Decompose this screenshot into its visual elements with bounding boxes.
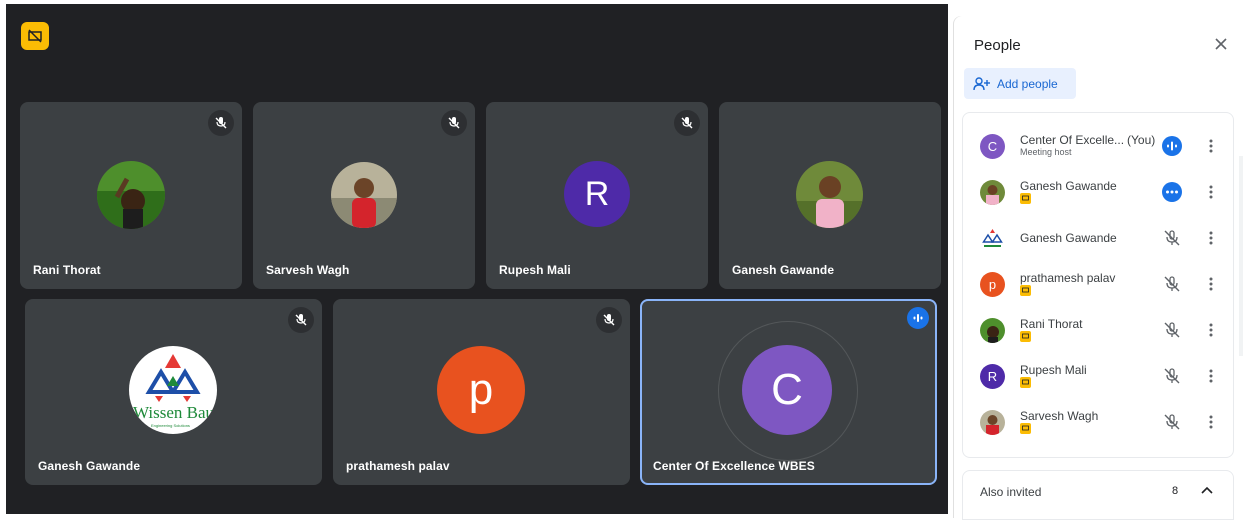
participant-row[interactable]: p prathamesh palav	[963, 261, 1233, 307]
more-options-icon[interactable]	[1203, 227, 1219, 249]
participant-name: Rupesh Mali	[1020, 363, 1087, 377]
participant-photo	[796, 161, 863, 228]
people-panel: People Add people C Center Of Excelle...…	[954, 16, 1243, 520]
mic-off-icon	[596, 307, 622, 333]
mic-off-icon	[1164, 276, 1180, 292]
mic-off-icon	[1164, 322, 1180, 338]
participant-name: Center Of Excellence WBES	[653, 459, 815, 473]
participant-avatar: C	[742, 345, 832, 435]
participant-name: Rupesh Mali	[499, 263, 571, 277]
add-people-label: Add people	[997, 76, 1058, 91]
participant-avatar: p	[980, 272, 1005, 297]
participant-photo	[331, 162, 397, 228]
participant-name: Rani Thorat	[1020, 317, 1083, 331]
participant-tile[interactable]: R Rupesh Mali	[486, 102, 708, 289]
presenting-icon	[1020, 285, 1031, 296]
participant-row[interactable]: Ganesh Gawande	[963, 169, 1233, 215]
you-label: (You)	[1127, 133, 1156, 147]
presenting-icon	[1020, 377, 1031, 388]
mic-off-icon	[1164, 368, 1180, 384]
more-options-icon[interactable]	[1203, 181, 1219, 203]
participant-tile[interactable]: p prathamesh palav	[333, 299, 630, 485]
more-options-icon[interactable]	[1203, 273, 1219, 295]
participant-name: prathamesh palav	[346, 459, 450, 473]
role-label: Meeting host	[1020, 147, 1072, 157]
speaking-indicator-icon	[1162, 136, 1182, 156]
more-options-icon[interactable]	[1203, 411, 1219, 433]
participant-row[interactable]: R Rupesh Mali	[963, 353, 1233, 399]
presenting-icon	[1020, 193, 1031, 204]
participant-name: Ganesh Gawande	[38, 459, 141, 473]
participant-avatar	[980, 180, 1005, 205]
mic-off-icon	[674, 110, 700, 136]
participant-row[interactable]: Sarvesh Wagh	[963, 399, 1233, 445]
participant-avatar: R	[564, 161, 630, 227]
participant-row[interactable]: Rani Thorat	[963, 307, 1233, 353]
chevron-up-icon[interactable]	[1197, 481, 1217, 501]
mic-off-icon	[1164, 230, 1180, 246]
participant-name: Ganesh Gawande	[1020, 231, 1117, 245]
more-options-icon[interactable]	[1203, 135, 1219, 157]
also-invited-label: Also invited	[980, 485, 1042, 499]
participant-tile-active-speaker[interactable]: C Center Of Excellence WBES	[640, 299, 937, 485]
participant-avatar: R	[980, 364, 1005, 389]
participant-tile[interactable]: Rani Thorat	[20, 102, 242, 289]
participant-name: Sarvesh Wagh	[266, 263, 350, 277]
participant-tile[interactable]: Ganesh Gawande	[719, 102, 941, 289]
participant-row[interactable]: Ganesh Gawande	[963, 215, 1233, 261]
participant-photo	[97, 161, 165, 229]
scrollbar[interactable]	[1239, 156, 1243, 356]
more-options-icon[interactable]	[1203, 319, 1219, 341]
participant-name: Ganesh Gawande	[732, 263, 835, 277]
participant-avatar	[980, 226, 1005, 251]
logo-wordmark: Wissen Baum	[133, 403, 217, 422]
presentation-off-badge[interactable]	[21, 22, 49, 50]
participant-avatar	[980, 410, 1005, 435]
mic-off-icon	[288, 307, 314, 333]
participant-tile[interactable]: Sarvesh Wagh	[253, 102, 475, 289]
participant-avatar	[980, 318, 1005, 343]
mic-off-icon	[1164, 414, 1180, 430]
presentation-off-icon	[28, 29, 42, 43]
participant-name: Rani Thorat	[33, 263, 101, 277]
add-people-button[interactable]: Add people	[964, 68, 1076, 99]
more-actions-icon[interactable]	[1161, 181, 1183, 203]
more-options-icon[interactable]	[1203, 365, 1219, 387]
participant-name: Ganesh Gawande	[1020, 179, 1117, 193]
invited-count: 8	[1172, 485, 1179, 497]
participant-avatar: C	[980, 134, 1005, 159]
speaking-indicator-icon	[907, 307, 929, 329]
meeting-stage: Rani Thorat Sarvesh Wagh R Rupesh Mali G…	[6, 4, 948, 514]
close-icon[interactable]	[1209, 32, 1233, 56]
participant-avatar: p	[437, 346, 525, 434]
presenting-icon	[1020, 423, 1031, 434]
logo-tagline: Engineering Solutions	[151, 423, 190, 428]
participant-name: Center Of Excelle...	[1020, 133, 1125, 147]
mic-off-icon	[208, 110, 234, 136]
participant-name: Sarvesh Wagh	[1020, 409, 1099, 423]
company-logo: Wissen Baum Engineering Solutions	[129, 346, 217, 434]
presenting-icon	[1020, 331, 1031, 342]
participant-row[interactable]: C Center Of Excelle... (You) Meeting hos…	[963, 123, 1233, 169]
add-person-icon	[973, 76, 990, 90]
participant-name: prathamesh palav	[1020, 271, 1116, 285]
participant-list: C Center Of Excelle... (You) Meeting hos…	[962, 112, 1234, 458]
mic-off-icon	[441, 110, 467, 136]
also-invited-section[interactable]: Also invited 8	[962, 470, 1234, 520]
panel-title: People	[974, 37, 1021, 54]
participant-tile[interactable]: Wissen Baum Engineering Solutions Ganesh…	[25, 299, 322, 485]
